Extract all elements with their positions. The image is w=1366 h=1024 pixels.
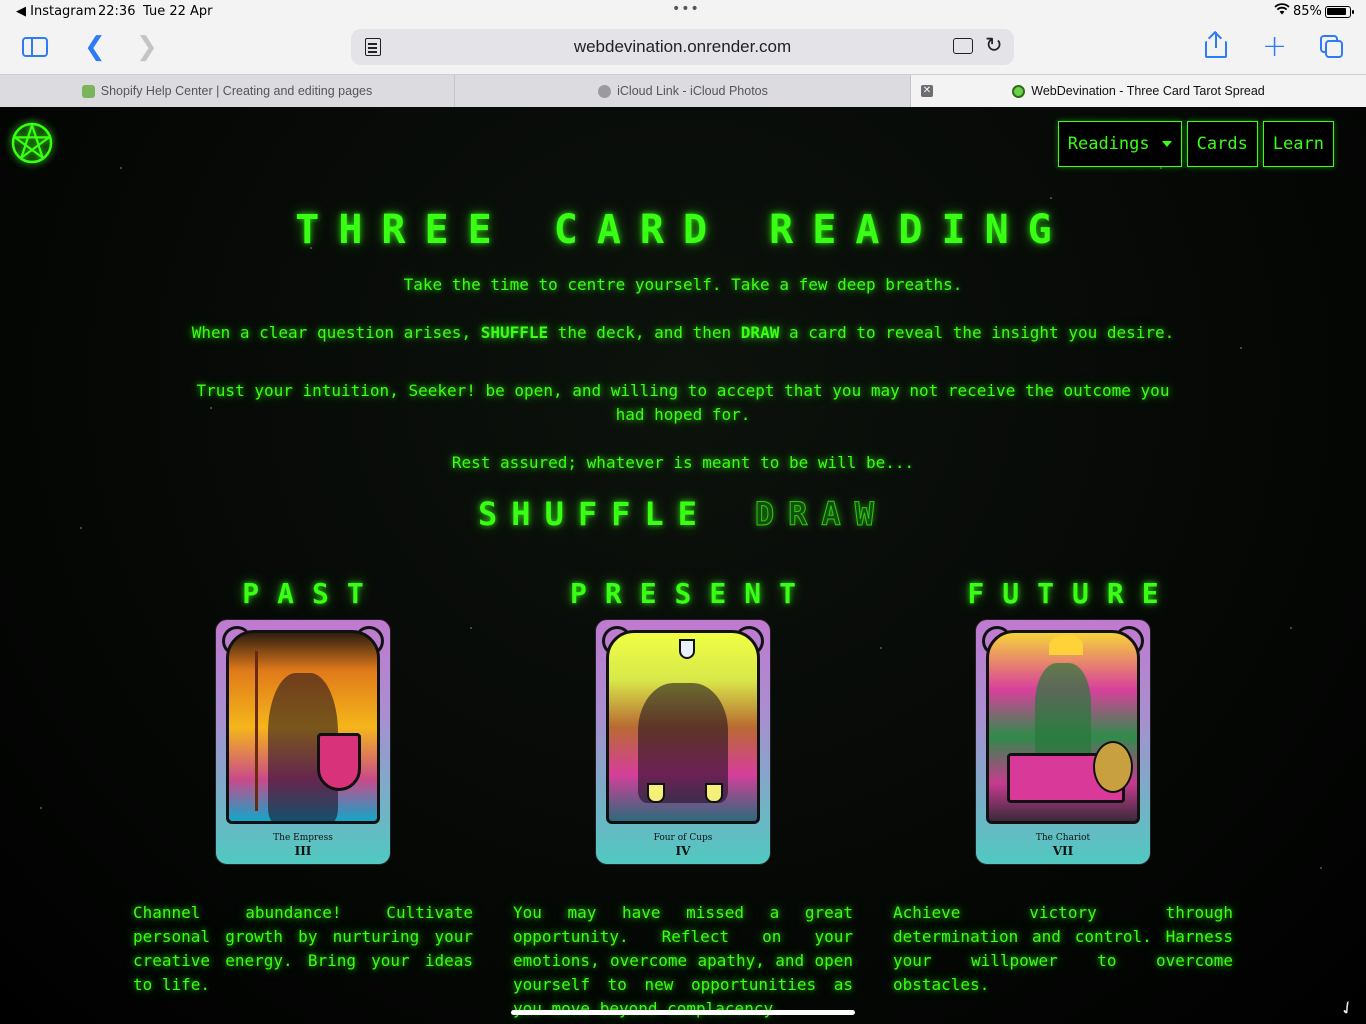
address-bar[interactable]: webdevination.onrender.com ↻ [351, 29, 1014, 65]
cards-nav-button[interactable]: Cards [1186, 121, 1258, 167]
tarot-card-four-of-cups[interactable]: Four of Cups IV [595, 619, 771, 865]
extensions-icon[interactable] [953, 38, 973, 54]
caret-down-icon [1161, 141, 1172, 147]
intro-text-intuition: Trust your intuition, Seeker! be open, a… [196, 381, 1170, 424]
tab-shopify-help[interactable]: Shopify Help Center | Creating and editi… [0, 75, 455, 107]
readings-dropdown-button[interactable]: Readings [1057, 121, 1182, 167]
browser-toolbar: ❮ ❯ webdevination.onrender.com ↻ + [0, 24, 1366, 74]
intro-text-centre: Take the time to centre yourself. Take a… [403, 275, 963, 294]
multitasking-dots-icon[interactable]: ••• [672, 1, 700, 17]
pentagram-logo-icon[interactable] [10, 121, 54, 165]
intro-text-instructions: When a clear question arises, SHUFFLE th… [191, 323, 1175, 342]
draw-button[interactable]: DRAW [754, 495, 888, 534]
close-tab-icon[interactable]: ✕ [921, 85, 933, 97]
home-indicator[interactable] [511, 1010, 855, 1015]
tab-title: Shopify Help Center | Creating and editi… [100, 84, 373, 98]
web-page: Readings Cards Learn THREE CARD READING … [0, 107, 1366, 1024]
back-to-app-link[interactable]: ◀ Instagram [16, 4, 96, 19]
card-name: The Chariot [1035, 833, 1091, 843]
tab-strip: Shopify Help Center | Creating and editi… [0, 74, 1366, 107]
card-number: IV [675, 844, 691, 858]
apple-favicon-icon [598, 84, 612, 98]
back-arrow-icon[interactable]: ❮ [84, 34, 106, 60]
tab-title: WebDevination - Three Card Tarot Spread [1031, 84, 1265, 98]
sidebar-toggle-icon[interactable] [22, 37, 48, 57]
spread-column-future: FUTURE The Chariot VII Achieve victory t… [893, 577, 1233, 997]
tab-icloud-photos[interactable]: iCloud Link - iCloud Photos [456, 75, 911, 107]
url-text[interactable]: webdevination.onrender.com [351, 37, 1014, 57]
card-caption: Four of Cups IV [596, 833, 770, 858]
share-icon[interactable] [1205, 30, 1227, 58]
shuffle-button[interactable]: SHUFFLE [478, 495, 711, 533]
tarot-card-empress[interactable]: The Empress III [215, 619, 391, 865]
card-caption: The Chariot VII [976, 833, 1150, 858]
main-nav: Readings Cards Learn [1057, 121, 1334, 167]
spread-column-past: PAST The Empress III Channel abundance! … [133, 577, 473, 997]
webdevination-favicon-icon [1012, 84, 1026, 98]
card-artwork [986, 630, 1140, 824]
page-title: THREE CARD READING [295, 207, 1071, 253]
position-label: FUTURE [967, 577, 1177, 610]
status-date: Tue 22 Apr [143, 4, 213, 19]
card-description: Achieve victory through determination an… [893, 903, 1233, 994]
card-description: You may have missed a great opportunity.… [513, 903, 853, 1018]
tarot-card-chariot[interactable]: The Chariot VII [975, 619, 1151, 865]
new-tab-plus-icon[interactable]: + [1262, 32, 1287, 62]
tab-webdevination[interactable]: ✕ WebDevination - Three Card Tarot Sprea… [911, 75, 1366, 107]
tab-overview-icon[interactable] [1320, 35, 1344, 59]
card-artwork [606, 630, 760, 824]
card-caption: The Empress III [216, 833, 390, 858]
card-number: VII [1052, 844, 1074, 858]
spread-column-present: PRESENT Four of Cups IV You may have mis… [513, 577, 853, 1021]
intro-text-assured: Rest assured; whatever is meant to be wi… [451, 453, 915, 472]
battery-percentage: 85% [1293, 4, 1322, 19]
tab-title: iCloud Link - iCloud Photos [617, 84, 768, 98]
card-name: The Empress [273, 833, 333, 843]
reading-actions: SHUFFLE DRAW [0, 495, 1366, 534]
card-number: III [294, 844, 312, 858]
status-bar: ◀ Instagram 22:36 Tue 22 Apr ••• 85% [0, 0, 1366, 24]
card-name: Four of Cups [653, 833, 713, 843]
draw-emphasis: DRAW [740, 323, 780, 342]
readings-label: Readings [1067, 134, 1150, 154]
wifi-icon [1274, 3, 1290, 19]
card-artwork [226, 630, 380, 824]
learn-nav-button[interactable]: Learn [1262, 121, 1334, 167]
position-label: PRESENT [569, 577, 814, 610]
status-time: 22:36 [98, 4, 136, 19]
shopify-favicon-icon [81, 84, 95, 98]
battery-icon [1325, 6, 1354, 18]
forward-arrow-icon[interactable]: ❯ [136, 34, 158, 60]
shuffle-emphasis: SHUFFLE [480, 323, 549, 342]
card-description: Channel abundance! Cultivate personal gr… [133, 903, 473, 994]
position-label: PAST [242, 577, 382, 610]
reload-icon[interactable]: ↻ [985, 33, 1003, 57]
